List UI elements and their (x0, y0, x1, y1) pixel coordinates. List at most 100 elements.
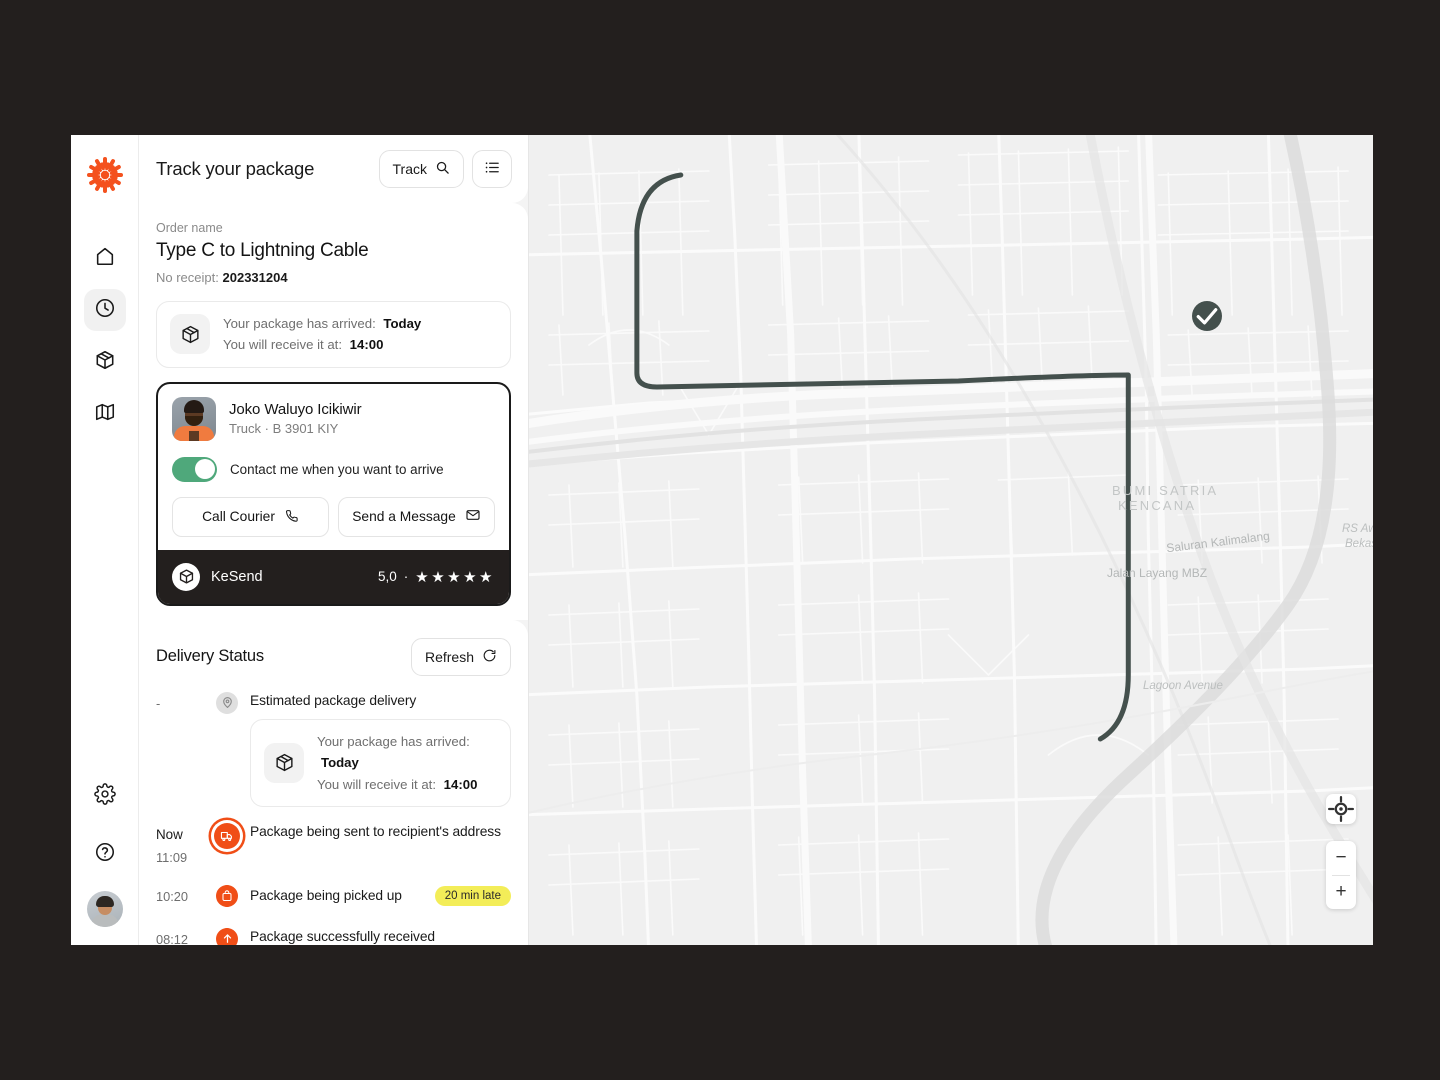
status-badge: 20 min late (434, 885, 511, 906)
sidebar-item-home[interactable] (84, 237, 126, 279)
settings-button[interactable] (84, 775, 126, 817)
refresh-button[interactable]: Refresh (410, 637, 511, 676)
timeline-rail (208, 884, 246, 907)
map-view[interactable]: Kayuringinjaya BUMI SATRIA KENCANA RS Aw… (529, 135, 1373, 945)
page-title: Track your package (156, 158, 315, 179)
timeline-step-time: 10:20 (156, 888, 189, 904)
contact-toggle[interactable] (172, 456, 217, 482)
timeline-dot (216, 884, 238, 907)
sidebar-item-packages[interactable] (84, 341, 126, 383)
timeline-step: 08:12 Package successfully received (156, 927, 511, 945)
arrival-info-text: Your package has arrived: Today You will… (223, 313, 421, 356)
search-icon (435, 160, 450, 178)
sidebar-nav (83, 237, 126, 435)
arrow-up-icon (216, 927, 238, 945)
estimate-line2-value: 14:00 (443, 776, 478, 792)
timeline-step-text: Package successfully received (250, 928, 435, 944)
timeline-step-content: Package being picked up 20 min late (246, 885, 511, 906)
courier-avatar (172, 396, 216, 441)
package-icon (94, 349, 116, 376)
sidebar-bottom (71, 775, 138, 927)
timeline-step-text: Package being picked up (250, 888, 402, 904)
timeline-step: - Estimated package delivery Your packag… (156, 691, 511, 823)
route-start-marker[interactable] (1192, 301, 1222, 331)
courier-actions: Call Courier Send a Message (172, 496, 495, 537)
timeline-step-time: - (156, 695, 161, 711)
estimated-delivery-box: Your package has arrived: Today You will… (250, 718, 511, 807)
company-name: KeSend (211, 568, 263, 585)
tracking-panel: Track your package Track Order name Type… (139, 135, 529, 945)
timeline-step-content: Package being sent to recipient's addres… (246, 823, 511, 839)
company-brand: KeSend (172, 562, 263, 591)
courier-name: Joko Waluyo Icikiwir (229, 401, 362, 419)
timeline-step-time-main: Now (156, 826, 183, 842)
send-message-button[interactable]: Send a Message (338, 496, 495, 537)
package-icon (172, 562, 200, 591)
estimate-line2-label: You will receive it at: (317, 776, 436, 792)
rating-separator: · (403, 569, 409, 585)
call-courier-label: Call Courier (202, 509, 275, 525)
timeline-step-text: Package being sent to recipient's addres… (250, 823, 501, 839)
courier-card-body: Joko Waluyo Icikiwir Truck · B 3901 KIY … (158, 384, 509, 550)
arrival-line2-value: 14:00 (349, 337, 384, 353)
bag-icon (216, 884, 238, 907)
timeline-dot (216, 927, 238, 945)
route-line (634, 172, 1131, 742)
courier-section: Joko Waluyo Icikiwir Truck · B 3901 KIY … (139, 381, 528, 620)
timeline-dot (216, 691, 238, 714)
header-actions: Track (378, 150, 512, 188)
delivery-timeline: - Estimated package delivery Your packag… (156, 691, 511, 945)
sidebar-item-map[interactable] (84, 393, 126, 435)
arrival-line2-label: You will receive it at: (223, 337, 342, 353)
delivery-status-header: Delivery Status Refresh (156, 637, 511, 676)
help-button[interactable] (84, 833, 126, 875)
estimated-delivery-text: Your package has arrived: Today You will… (317, 731, 497, 795)
zoom-controls: − + (1326, 841, 1356, 909)
timeline-dot (214, 822, 240, 849)
order-name-label: Order name (156, 221, 223, 235)
avatar[interactable] (86, 891, 123, 927)
gear-icon (93, 782, 116, 810)
zoom-out-button[interactable]: − (1326, 841, 1356, 875)
panel-header: Track your package Track (139, 135, 528, 203)
timeline-rail (208, 691, 246, 714)
delivery-status-title: Delivery Status (156, 647, 264, 666)
mail-icon (465, 507, 481, 526)
clock-icon (94, 297, 116, 324)
timeline-step-time-sub: 11:09 (156, 849, 188, 865)
timeline-step: 10:20 Package being picked up 20 min lat… (156, 884, 511, 928)
timeline-step: Now 11:09 Package being sent to recipien… (156, 822, 511, 885)
refresh-button-label: Refresh (424, 648, 474, 665)
send-message-label: Send a Message (352, 509, 456, 525)
timeline-step-text: Estimated package delivery (250, 692, 417, 708)
order-title: Type C to Lightning Cable (156, 240, 369, 261)
company-rating: 5,0 · ★★★★★ (378, 568, 495, 586)
track-button-label: Track (392, 161, 427, 177)
call-courier-button[interactable]: Call Courier (172, 496, 329, 537)
panel-body: Order name Type C to Lightning Cable No … (139, 203, 528, 945)
map-pin-icon (216, 691, 238, 714)
track-button[interactable]: Track (378, 150, 464, 188)
timeline-step-time: Now 11:09 (156, 823, 208, 869)
zoom-in-button[interactable]: + (1326, 876, 1356, 910)
list-view-button[interactable] (472, 150, 512, 188)
rating-value: 5,0 (377, 569, 397, 585)
help-circle-icon (94, 841, 116, 868)
courier-identity: Joko Waluyo Icikiwir Truck · B 3901 KIY (172, 396, 495, 441)
arrival-info-box: Your package has arrived: Today You will… (156, 301, 511, 368)
sidebar-rail (71, 135, 139, 945)
timeline-step-content: Estimated package delivery Your package … (246, 692, 511, 823)
app-window: Track your package Track Order name Type… (71, 135, 1373, 945)
estimate-line1-label: Your package has arrived: (317, 733, 470, 749)
receipt-label: No receipt: (156, 270, 219, 285)
receipt-value: 202331204 (222, 270, 288, 285)
sidebar-item-history[interactable] (83, 289, 126, 331)
contact-toggle-label: Contact me when you want to arrive (230, 461, 444, 477)
arrival-line1-value: Today (383, 316, 422, 331)
rating-stars: ★★★★★ (415, 568, 495, 586)
package-icon (170, 314, 210, 355)
courier-vehicle: Truck · B 3901 KIY (229, 421, 339, 437)
locate-me-button[interactable] (1326, 794, 1356, 824)
list-icon (484, 159, 501, 179)
refresh-icon (482, 648, 497, 666)
